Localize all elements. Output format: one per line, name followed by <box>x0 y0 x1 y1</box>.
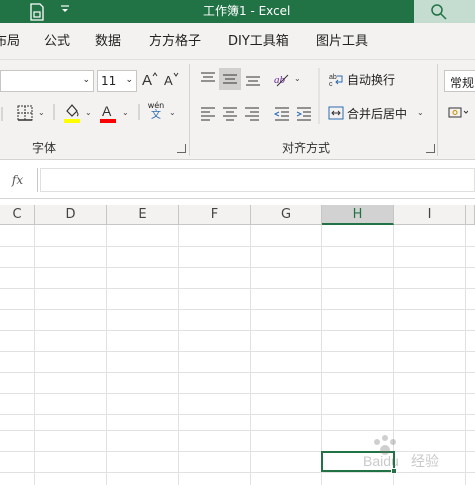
accounting-format-icon[interactable] <box>448 105 469 124</box>
grid-row-line <box>0 372 475 373</box>
fill-color-icon[interactable] <box>63 102 81 127</box>
number-format-box[interactable]: 常规 <box>444 70 475 92</box>
svg-text:ab: ab <box>329 74 337 81</box>
grid-row-line <box>0 330 475 331</box>
merge-center-button[interactable]: 合并后居中 <box>347 107 407 121</box>
font-size-value: 11 <box>101 74 117 88</box>
align-middle-icon[interactable] <box>219 68 241 90</box>
column-header-h[interactable]: H <box>322 205 394 225</box>
grid-column-line <box>106 225 107 485</box>
formula-input[interactable] <box>40 168 475 192</box>
column-header-d[interactable]: D <box>35 205 107 225</box>
file-save-icon[interactable] <box>28 3 46 21</box>
search-button[interactable] <box>414 0 475 23</box>
window-title: 工作簿1 - Excel <box>203 4 291 18</box>
svg-text:Baidu: Baidu <box>363 453 399 469</box>
group-separator <box>189 64 190 156</box>
group-separator <box>437 64 438 156</box>
chevron-down-icon[interactable]: ⌄ <box>294 74 301 83</box>
phonetic-top: wén <box>147 101 165 110</box>
group-label-alignment: 对齐方式 <box>282 141 331 155</box>
decrease-font-icon[interactable]: A <box>163 70 181 91</box>
svg-text:A: A <box>164 73 173 88</box>
font-size-box[interactable]: 11 ⌄ <box>97 70 137 92</box>
number-format-value: 常规 <box>450 76 475 90</box>
tab-diy-toolbox[interactable]: DIY工具箱 <box>228 34 289 50</box>
svg-text:A: A <box>142 72 152 88</box>
column-header-g[interactable]: G <box>251 205 322 225</box>
separator-bar <box>52 102 56 125</box>
align-top-icon[interactable] <box>199 70 217 91</box>
grid-row-line <box>0 246 475 247</box>
svg-text:ab: ab <box>274 74 286 86</box>
font-color-icon[interactable]: A <box>99 102 117 127</box>
ribbon-tabs: 布局 公式 数据 方方格子 DIY工具箱 图片工具 <box>0 23 475 60</box>
increase-font-icon[interactable]: A <box>141 70 159 91</box>
grid-row-line <box>0 414 475 415</box>
orientation-icon[interactable]: ab <box>273 70 291 91</box>
column-header-i[interactable]: I <box>394 205 466 225</box>
tab-layout[interactable]: 布局 <box>0 34 20 50</box>
chevron-down-icon[interactable]: ⌄ <box>169 108 176 117</box>
grid-row-line <box>0 267 475 268</box>
grid-row-line <box>0 393 475 394</box>
wrap-text-icon[interactable]: ab c <box>329 71 345 90</box>
baidu-watermark: Baidu 经验 <box>363 432 473 472</box>
column-header-e[interactable]: E <box>107 205 179 225</box>
formula-bar-divider <box>37 168 38 192</box>
align-bottom-icon[interactable] <box>244 70 262 91</box>
tab-fangfang[interactable]: 方方格子 <box>149 34 201 50</box>
phonetic-guide-button[interactable]: wén 文 <box>146 101 166 122</box>
grid-column-line <box>34 225 35 485</box>
separator-bar <box>317 66 321 129</box>
svg-text:A: A <box>102 103 112 119</box>
svg-text:经验: 经验 <box>411 454 439 470</box>
chevron-down-icon: ⌄ <box>125 75 133 85</box>
align-center-icon[interactable] <box>221 104 239 125</box>
font-name-box[interactable]: ⌄ <box>0 70 94 92</box>
grid-row-line <box>0 309 475 310</box>
chevron-down-icon[interactable]: ⌄ <box>85 108 92 117</box>
phonetic-bottom: 文 <box>151 110 161 121</box>
align-left-icon[interactable] <box>199 104 217 125</box>
chevron-down-icon[interactable]: ⌄ <box>38 108 45 117</box>
font-dialog-launcher-icon[interactable] <box>177 144 186 153</box>
ribbon: ⌄ 11 ⌄ A A ⌄ ⌄ A ⌄ wén 文 ⌄ 字体 ab ⌄ ab c … <box>0 60 475 160</box>
column-header-c[interactable]: C <box>0 205 35 225</box>
merge-center-icon[interactable] <box>328 105 344 124</box>
column-header-f[interactable]: F <box>179 205 251 225</box>
chevron-down-icon[interactable]: ⌄ <box>417 108 424 117</box>
alignment-dialog-launcher-icon[interactable] <box>426 144 435 153</box>
increase-indent-icon[interactable] <box>295 104 313 125</box>
search-icon <box>431 4 447 20</box>
svg-text:c: c <box>329 81 333 87</box>
grid-column-line <box>321 225 322 485</box>
grid-row-line <box>0 351 475 352</box>
grid-row-line <box>0 472 475 473</box>
grid-row-line <box>0 430 475 431</box>
grid-column-line <box>178 225 179 485</box>
tab-picture-tools[interactable]: 图片工具 <box>316 34 368 50</box>
insert-function-button[interactable]: fx <box>0 168 35 192</box>
chevron-down-icon: ⌄ <box>82 75 90 85</box>
qat-dropdown-icon[interactable] <box>56 3 74 21</box>
tab-formulas[interactable]: 公式 <box>44 34 70 50</box>
tab-data[interactable]: 数据 <box>95 34 121 50</box>
title-bar: 工作簿1 - Excel <box>0 0 475 23</box>
separator-bar <box>137 102 141 125</box>
chevron-down-icon[interactable]: ⌄ <box>122 108 129 117</box>
group-label-font: 字体 <box>32 141 57 155</box>
border-icon[interactable] <box>16 104 34 125</box>
column-header-j[interactable] <box>466 205 475 225</box>
grid-row-line <box>0 288 475 289</box>
formula-bar: fx <box>0 161 475 199</box>
separator-bar <box>0 105 4 126</box>
grid-column-line <box>250 225 251 485</box>
align-right-icon[interactable] <box>243 104 261 125</box>
decrease-indent-icon[interactable] <box>273 104 291 125</box>
wrap-text-button[interactable]: 自动换行 <box>347 73 395 87</box>
